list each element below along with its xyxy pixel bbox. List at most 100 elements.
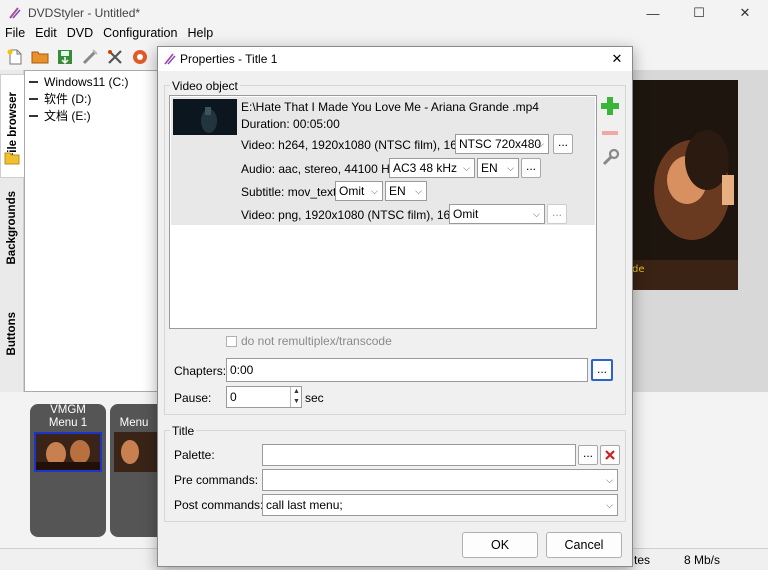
menu-card[interactable]: Menu [110, 404, 158, 537]
tree-item[interactable]: 文档 (E:) [25, 107, 157, 124]
clear-icon [605, 450, 615, 460]
audio-format-select[interactable]: AC3 48 kHz ⌵ [389, 158, 475, 178]
properties-dialog: Properties - Title 1 ✕ Video object E:\H… [157, 46, 633, 567]
audio-options-button[interactable]: ... [521, 158, 541, 178]
chevron-down-icon: ⌵ [606, 475, 613, 485]
menu-edit[interactable]: Edit [30, 26, 62, 44]
pause-label: Pause: [174, 391, 212, 405]
subtitle-mode-value: Omit [339, 184, 365, 198]
post-commands-label: Post commands: [174, 498, 264, 512]
subtitle-stream-info: Subtitle: mov_text [241, 185, 337, 199]
chapters-edit-button[interactable]: ... [591, 359, 613, 381]
pause-value: 0 [230, 390, 237, 404]
drive-label: 文档 (E:) [44, 109, 91, 123]
dialog-close-button[interactable]: ✕ [608, 50, 626, 68]
video2-stream-info: Video: png, 1920x1080 (NTSC film), 16:9 [241, 208, 461, 222]
video-object-group-label: Video object [170, 79, 240, 93]
vmgm-label: VMGM [50, 404, 86, 416]
subtitle-mode-select[interactable]: Omit ⌵ [335, 181, 383, 201]
video-object-list[interactable]: E:\Hate That I Made You Love Me - Ariana… [169, 95, 597, 329]
chevron-down-icon: ⌵ [507, 163, 514, 173]
minimize-button[interactable]: — [630, 0, 676, 26]
status-text: tes [634, 553, 651, 567]
drive-label: Windows11 (C:) [44, 74, 129, 89]
dvdstyler-app-icon [9, 7, 21, 19]
video2-options-button[interactable]: ... [547, 204, 567, 224]
menu-help[interactable]: Help [182, 26, 218, 44]
subtitle-language-select[interactable]: EN ⌵ [385, 181, 427, 201]
menu-dvd[interactable]: DVD [62, 26, 98, 44]
video2-mode-select[interactable]: Omit ⌵ [449, 204, 545, 224]
list-item[interactable]: E:\Hate That I Made You Love Me - Ariana… [171, 97, 595, 225]
add-icon[interactable] [599, 95, 621, 117]
vmgm-menu-card[interactable]: VMGM Menu 1 [30, 404, 106, 537]
menu-configuration[interactable]: Configuration [98, 26, 182, 44]
dvdstyler-app-icon [164, 53, 176, 65]
maximize-button[interactable]: ☐ [676, 0, 722, 26]
file-browser-tree: Windows11 (C:) 软件 (D:) 文档 (E:) [24, 70, 158, 392]
menu-label: Menu [119, 417, 149, 429]
dialog-titlebar: Properties - Title 1 ✕ [158, 47, 632, 71]
collapse-icon [29, 80, 38, 83]
chapters-input[interactable]: 0:00 [226, 358, 588, 382]
pre-commands-label: Pre commands: [174, 473, 259, 487]
menu-preview-image: de [632, 80, 738, 290]
cancel-button[interactable]: Cancel [546, 532, 622, 558]
pause-spin-arrows[interactable]: ▲ ▼ [290, 387, 302, 407]
collapse-icon [29, 97, 38, 100]
wrench-icon[interactable] [599, 147, 621, 169]
video-duration: Duration: 00:05:00 [241, 117, 340, 131]
menu-thumbnail[interactable] [114, 432, 158, 472]
svg-text:de: de [632, 264, 645, 275]
tree-item[interactable]: Windows11 (C:) [25, 73, 157, 90]
video-thumbnail [173, 99, 237, 135]
settings-icon[interactable] [104, 46, 126, 68]
chevron-down-icon: ⌵ [533, 209, 540, 219]
menubar: File Edit DVD Configuration Help [0, 26, 768, 44]
audio-format-value: AC3 48 kHz [393, 161, 458, 175]
video-options-button[interactable]: ... [553, 134, 573, 154]
chapters-label: Chapters: [174, 364, 227, 378]
chevron-down-icon: ⌵ [537, 139, 544, 149]
burn-icon[interactable] [79, 46, 101, 68]
window-title: DVDStyler - Untitled* [28, 6, 141, 20]
sidebar-tabs: File browser Backgrounds Buttons [0, 70, 24, 392]
ok-button[interactable]: OK [462, 532, 538, 558]
collapse-icon [29, 114, 38, 117]
checkbox-box[interactable] [226, 335, 237, 347]
remux-checkbox[interactable]: do not remultiplex/transcode [226, 334, 392, 348]
menu-1-thumbnail[interactable] [34, 432, 102, 472]
palette-input[interactable] [262, 444, 576, 466]
menu-file[interactable]: File [0, 26, 30, 44]
open-icon[interactable] [29, 46, 51, 68]
remove-icon[interactable] [599, 122, 621, 144]
pre-commands-combo[interactable]: ⌵ [262, 469, 618, 491]
menu-1-label: Menu 1 [48, 417, 88, 429]
video-file-path: E:\Hate That I Made You Love Me - Ariana… [241, 100, 539, 114]
chevron-down-icon: ⌵ [415, 186, 422, 196]
record-icon[interactable] [129, 46, 151, 68]
chevron-down-icon: ⌵ [606, 500, 613, 510]
tree-item[interactable]: 软件 (D:) [25, 90, 157, 107]
chevron-down-icon: ⌵ [371, 186, 378, 196]
remux-label: do not remultiplex/transcode [241, 334, 392, 348]
save-icon[interactable] [54, 46, 76, 68]
video2-mode-value: Omit [453, 207, 479, 221]
video-format-select[interactable]: NTSC 720x480 ⌵ [455, 134, 549, 154]
tab-backgrounds[interactable]: Backgrounds [0, 188, 24, 268]
new-icon[interactable] [4, 46, 26, 68]
close-window-button[interactable]: ✕ [722, 0, 768, 26]
audio-language-select[interactable]: EN ⌵ [477, 158, 519, 178]
drive-label: 软件 (D:) [44, 92, 92, 106]
palette-browse-button[interactable]: ... [578, 445, 598, 465]
bitrate-status: 8 Mb/s [684, 553, 721, 567]
title-group-label: Title [170, 424, 197, 438]
subtitle-language-value: EN [389, 184, 406, 198]
chevron-down-icon: ⌵ [463, 163, 470, 173]
clear-palette-button[interactable] [600, 445, 620, 465]
palette-label: Palette: [174, 448, 215, 462]
window-titlebar: DVDStyler - Untitled* — ☐ ✕ [0, 0, 768, 26]
post-commands-combo[interactable]: call last menu; ⌵ [262, 494, 618, 516]
post-commands-value: call last menu; [266, 498, 343, 512]
tab-buttons[interactable]: Buttons [0, 302, 24, 366]
